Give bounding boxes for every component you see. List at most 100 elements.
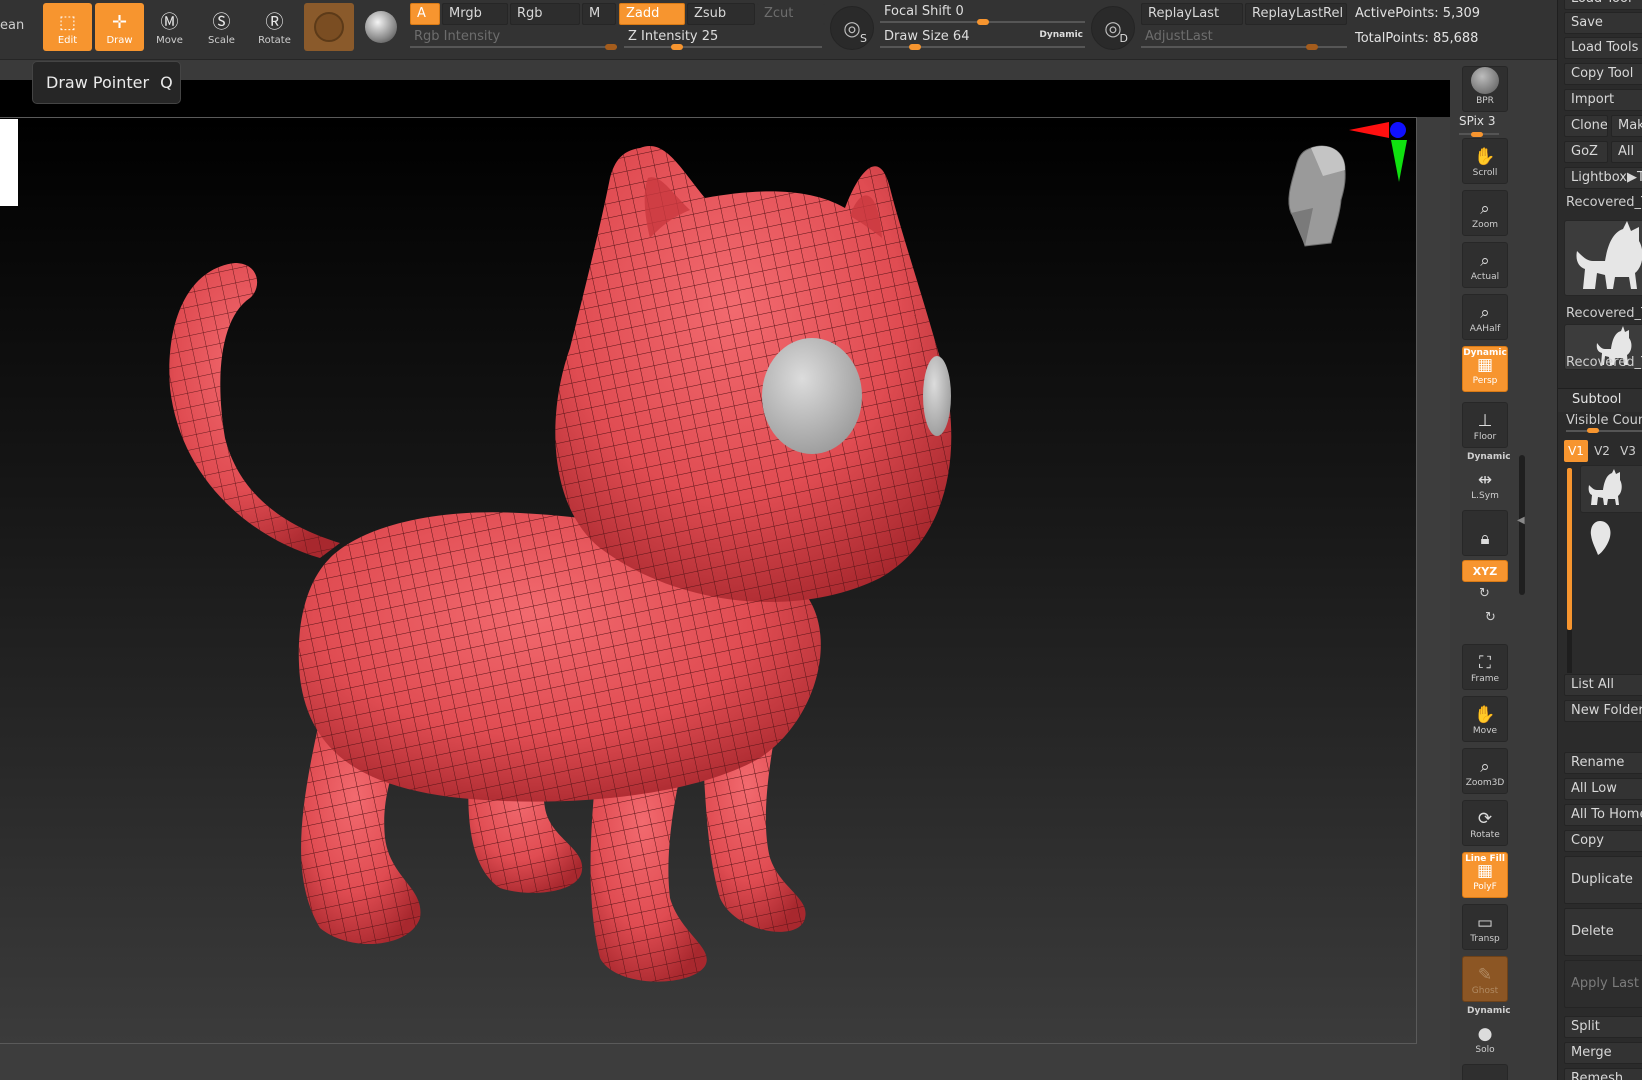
z-intensity-slider[interactable]: Z Intensity 25	[624, 27, 822, 50]
polyf-button[interactable]: Line Fill ▦ PolyF	[1462, 852, 1508, 898]
adjust-last-knob[interactable]	[1306, 44, 1318, 50]
a-toggle[interactable]: A	[410, 3, 440, 25]
frame-icon: ⛶	[1479, 653, 1491, 673]
bpr-label: BPR	[1476, 96, 1494, 106]
draw-icon: ✛	[111, 12, 128, 33]
edit-button[interactable]: ⬚ Edit	[43, 3, 92, 51]
mrgb-button[interactable]: Mrgb	[442, 3, 508, 25]
tab-v3[interactable]: V3	[1616, 440, 1640, 462]
texture-button[interactable]	[357, 3, 405, 51]
lazy-mouse-s-button[interactable]: ◎ S	[830, 6, 874, 50]
duplicate-button[interactable]: Duplicate	[1564, 856, 1642, 904]
subtool-item-cat[interactable]: Re	[1580, 465, 1642, 513]
rename-button[interactable]: Rename	[1564, 752, 1642, 774]
copy-tool-button[interactable]: Copy Tool	[1564, 63, 1642, 85]
lock-icon: 🔒︎	[1480, 529, 1490, 549]
m-button[interactable]: M	[582, 3, 616, 25]
new-folder-button[interactable]: New Folder	[1564, 700, 1642, 722]
brush-s-icon: ◎	[843, 16, 861, 40]
draw-size-knob[interactable]	[909, 44, 921, 50]
split-button[interactable]: Split	[1564, 1016, 1642, 1038]
merge-button[interactable]: Merge	[1564, 1042, 1642, 1064]
floor-button[interactable]: ⊥ Floor	[1462, 402, 1508, 448]
tooltip-hotkey: Q	[160, 73, 173, 92]
current-tool-thumbnail[interactable]	[1564, 220, 1642, 296]
load-tools-button[interactable]: Load Tools F	[1564, 37, 1642, 59]
rotate-view-button[interactable]: ⟳ Rotate	[1462, 800, 1508, 846]
goz-all-button[interactable]: All	[1611, 141, 1642, 163]
ghost-button[interactable]: ✎ Ghost	[1462, 956, 1508, 1002]
frame-button[interactable]: ⛶ Frame	[1462, 644, 1508, 690]
focal-shift-knob[interactable]	[977, 19, 989, 25]
hand-move-icon: ✋	[1474, 705, 1496, 725]
zoom-button[interactable]: ⌕ Zoom	[1462, 190, 1508, 236]
rgb-intensity-knob[interactable]	[605, 44, 617, 50]
clean-button-partial[interactable]: ean	[0, 18, 24, 33]
magnifier-actual-icon: ⌕	[1480, 251, 1490, 271]
rotate-z-icon[interactable]: ↻	[1485, 610, 1496, 625]
material-swatch-button[interactable]	[304, 3, 354, 51]
move-button[interactable]: Ⓜ Move	[145, 3, 194, 51]
apply-last-action-button[interactable]: Apply Last A	[1564, 960, 1642, 1008]
move-icon: Ⓜ	[160, 12, 179, 33]
rgb-intensity-slider[interactable]: Rgb Intensity	[410, 27, 617, 50]
rotate-view-icon: ⟳	[1477, 809, 1493, 829]
scale-button[interactable]: Ⓢ Scale	[197, 3, 246, 51]
save-as-button[interactable]: Save	[1564, 12, 1642, 34]
replay-last-rel-button[interactable]: ReplayLastRel	[1245, 3, 1347, 25]
tab-v2[interactable]: V2	[1590, 440, 1614, 462]
lightbox-tools-button[interactable]: Lightbox▶To	[1564, 167, 1642, 189]
aahalf-button[interactable]: ⌕ AAHalf	[1462, 294, 1508, 340]
load-tool-button-partial[interactable]: Load Tool	[1564, 0, 1642, 10]
subtool-scrollbar[interactable]	[1567, 468, 1572, 630]
rotate-button[interactable]: Ⓡ Rotate	[250, 3, 299, 51]
goz-button[interactable]: GoZ	[1564, 141, 1608, 163]
fit-button[interactable]: ⛶	[1462, 1064, 1508, 1080]
bpr-button[interactable]: BPR	[1462, 66, 1508, 112]
lazy-mouse-d-button[interactable]: ◎ D	[1091, 6, 1135, 50]
z-intensity-knob[interactable]	[671, 44, 683, 50]
scroll-button[interactable]: ✋ Scroll	[1462, 138, 1508, 184]
shelf-collapse-arrow-icon[interactable]: ◀	[1517, 515, 1525, 526]
transp-button[interactable]: ▭ Transp	[1462, 904, 1508, 950]
3d-canvas[interactable]	[0, 117, 1417, 1044]
adjust-last-slider[interactable]: AdjustLast	[1141, 27, 1347, 50]
visible-count-knob[interactable]	[1587, 428, 1599, 433]
rgb-button[interactable]: Rgb	[510, 3, 580, 25]
subtool-item-eye[interactable]	[1580, 517, 1642, 565]
actual-button[interactable]: ⌕ Actual	[1462, 242, 1508, 288]
spix-slider[interactable]: SPix 3	[1459, 114, 1511, 137]
replay-last-button[interactable]: ReplayLast	[1141, 3, 1243, 25]
tab-v1[interactable]: V1	[1564, 440, 1588, 462]
lock-button[interactable]: 🔒︎	[1462, 510, 1508, 556]
clone-button[interactable]: Clone	[1564, 115, 1608, 137]
dynamic-size-toggle[interactable]: Dynamic	[1039, 25, 1083, 45]
xyz-button[interactable]: XYZ	[1462, 560, 1508, 582]
top-toolbar: ean ⬚ Edit ✛ Draw Ⓜ Move Ⓢ Scale Ⓡ Rotat…	[0, 0, 1642, 60]
zsub-button[interactable]: Zsub	[687, 3, 755, 25]
delete-button[interactable]: Delete	[1564, 908, 1642, 956]
remesh-button-partial[interactable]: Remesh	[1564, 1068, 1642, 1080]
zcut-button[interactable]: Zcut	[757, 3, 825, 25]
move-view-button[interactable]: ✋ Move	[1462, 696, 1508, 742]
subtool-header[interactable]: Subtool	[1558, 388, 1642, 412]
focal-shift-slider[interactable]: Focal Shift 0	[880, 2, 1085, 25]
lsym-button[interactable]: ⇹ L.Sym	[1462, 460, 1508, 506]
copy-subtool-button[interactable]: Copy	[1564, 830, 1642, 852]
persp-button[interactable]: Dynamic ▦ Persp	[1462, 346, 1508, 392]
axis-gizmo[interactable]	[1345, 120, 1415, 190]
zoom3d-button[interactable]: ⌕ Zoom3D	[1462, 748, 1508, 794]
list-all-button[interactable]: List All	[1564, 674, 1642, 696]
import-button[interactable]: Import	[1564, 89, 1642, 111]
draw-button[interactable]: ✛ Draw	[95, 3, 144, 51]
visible-count-slider[interactable]: Visible Coun	[1566, 413, 1642, 428]
cat-model[interactable]	[0, 118, 1417, 1044]
rotate-y-icon[interactable]: ↻	[1479, 586, 1490, 601]
navigation-head-gizmo[interactable]	[1283, 138, 1353, 253]
draw-size-slider[interactable]: Draw Size 64 Dynamic	[880, 25, 1085, 50]
all-low-button[interactable]: All Low	[1564, 778, 1642, 800]
all-to-home-button[interactable]: All To Home	[1564, 804, 1642, 826]
zadd-button[interactable]: Zadd	[619, 3, 685, 25]
make-polymesh-button[interactable]: Mak	[1611, 115, 1642, 137]
solo-button[interactable]: ● Solo	[1462, 1014, 1508, 1060]
